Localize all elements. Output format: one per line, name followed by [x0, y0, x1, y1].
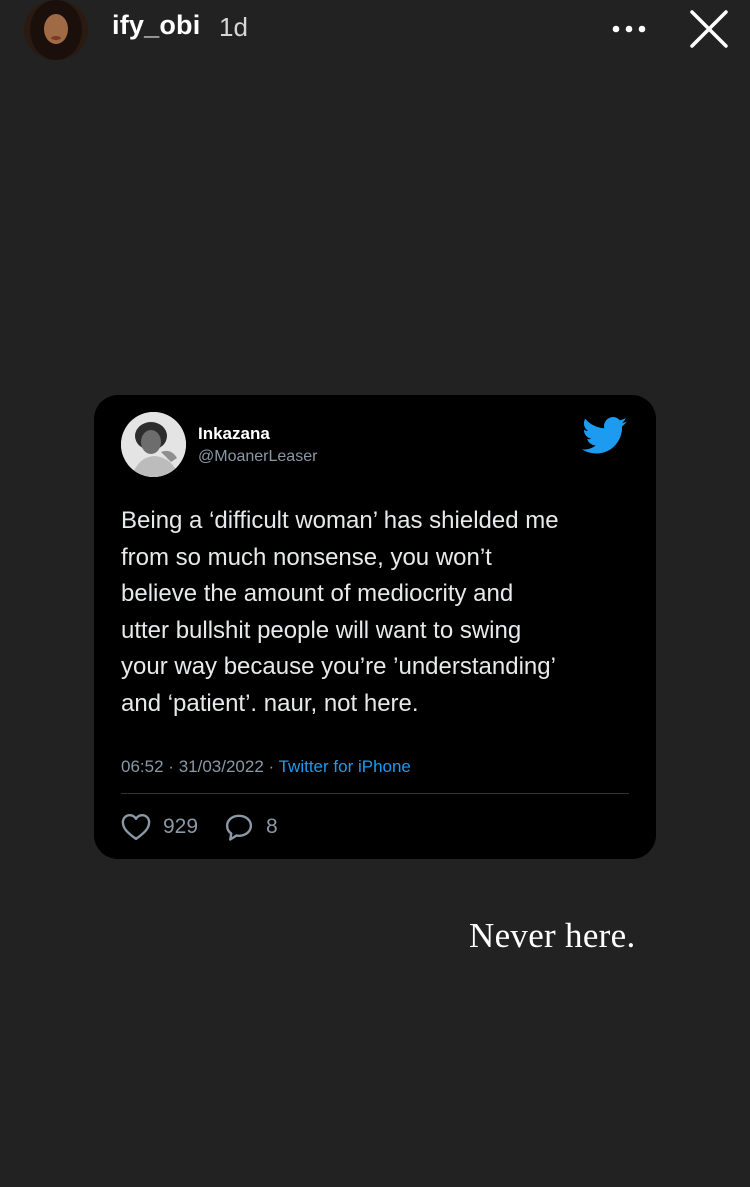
meta-separator: ·: [168, 757, 174, 776]
tweet-author-avatar: [121, 412, 186, 477]
close-icon: [690, 10, 728, 48]
tweet-card: Inkazana @MoanerLeaser Being a ‘difficul…: [94, 395, 656, 859]
reply-count: 8: [266, 815, 278, 838]
time-ago: 1d: [219, 12, 248, 42]
tweet-text-line: from so much nonsense, you won’t: [121, 543, 492, 571]
like-button[interactable]: 929: [121, 813, 198, 841]
tweet-time: 06:52: [121, 757, 164, 776]
tweet-text-line: and ‘patient’. naur, not here.: [121, 689, 419, 717]
tweet-divider: [121, 793, 629, 794]
tweet-text-line: utter bullshit people will want to swing: [121, 616, 522, 644]
tweet-actions: 929 8: [121, 811, 278, 843]
tweet-text-line: believe the amount of mediocrity and: [121, 580, 514, 607]
more-options-button[interactable]: [610, 14, 650, 44]
heart-icon: [121, 813, 151, 841]
tweet-author-name: Inkazana: [198, 424, 270, 443]
username[interactable]: ify_obi: [112, 10, 200, 41]
tweet-author-handle: @MoanerLeaser: [198, 448, 318, 465]
tweet-meta: 06:52 · 31/03/2022 · Twitter for iPhone: [121, 757, 411, 777]
twitter-bird-icon: [582, 417, 628, 454]
tweet-source[interactable]: Twitter for iPhone: [279, 757, 411, 776]
tweet-text-line: your way because you’re ’understanding’: [121, 653, 556, 680]
tweet-text-line: Being a ‘difficult woman’ has shielded m…: [121, 507, 559, 534]
close-button[interactable]: [686, 6, 732, 52]
story-header: ify_obi 1d: [0, 0, 750, 70]
tweet-date: 31/03/2022: [178, 757, 264, 776]
reply-button[interactable]: 8: [224, 813, 278, 841]
like-count: 929: [163, 815, 199, 838]
meta-separator: ·: [268, 757, 275, 776]
reply-bubble-icon: [225, 814, 253, 841]
story-caption: Never here.: [469, 916, 636, 955]
more-dots-icon: [612, 25, 646, 33]
tweet-text: Being a ‘difficult woman’ has shielded m…: [121, 503, 636, 722]
avatar[interactable]: [24, 0, 88, 60]
